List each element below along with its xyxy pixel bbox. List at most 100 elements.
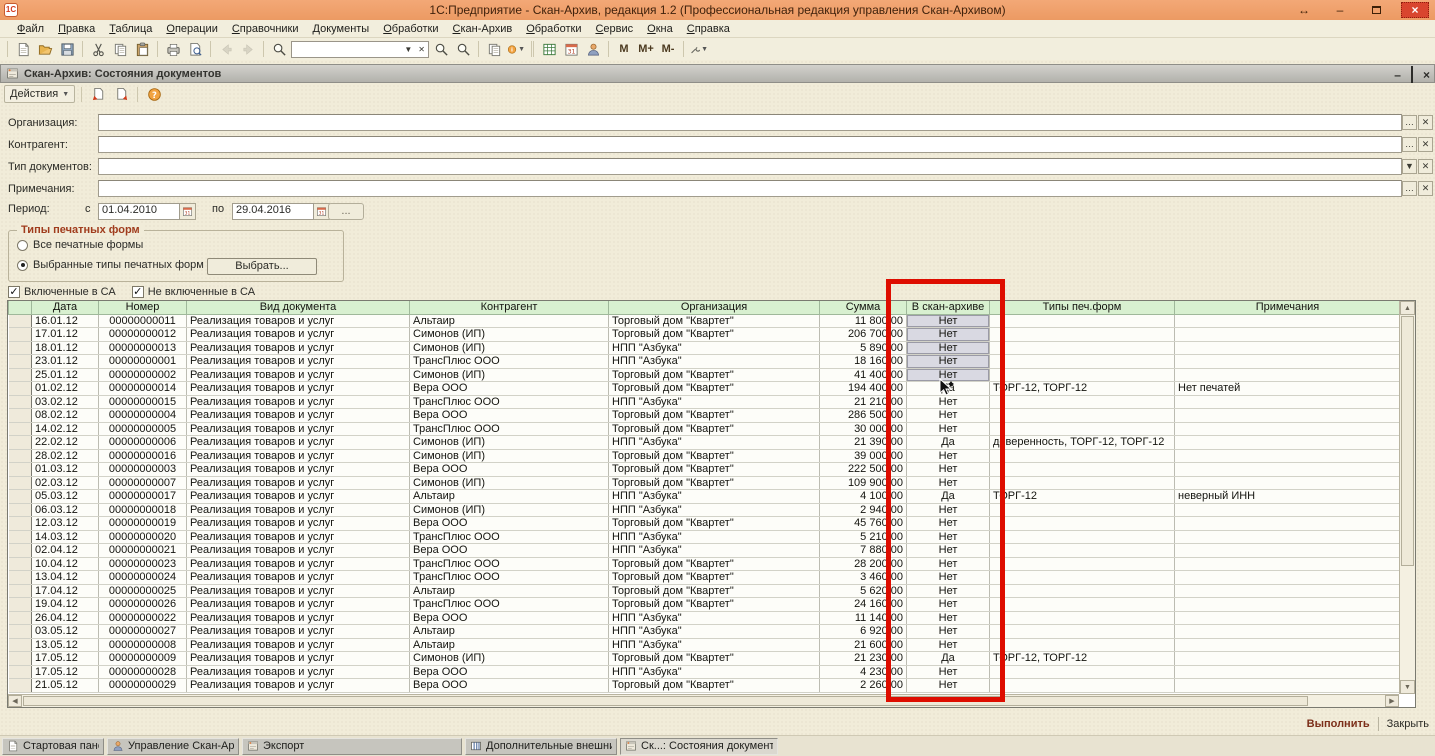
cell-date[interactable]: 10.04.12: [32, 557, 99, 571]
cell-organization[interactable]: НПП "Азбука": [609, 503, 820, 517]
cell-print-form-types[interactable]: [990, 422, 1175, 436]
cell-date[interactable]: 21.05.12: [32, 679, 99, 693]
cell-contragent[interactable]: ТрансПлюс ООО: [410, 422, 609, 436]
cell-in-archive[interactable]: Да: [907, 436, 990, 450]
cell-doc-kind[interactable]: Реализация товаров и услуг: [187, 436, 410, 450]
table-row[interactable]: 17.05.1200000000028Реализация товаров и …: [9, 665, 1401, 679]
memory-mplus-button[interactable]: М+: [636, 40, 656, 59]
cell-contragent[interactable]: Вера ООО: [410, 382, 609, 396]
filter-select-button[interactable]: …: [1402, 115, 1417, 130]
filter-select-button[interactable]: …: [1402, 181, 1417, 196]
cell-doc-kind[interactable]: Реализация товаров и услуг: [187, 328, 410, 342]
menu-item-таблица[interactable]: Таблица: [102, 21, 159, 37]
vertical-scroll-thumb[interactable]: [1401, 316, 1414, 566]
row-indicator[interactable]: [9, 409, 32, 423]
cell-print-form-types[interactable]: [990, 611, 1175, 625]
cell-in-archive[interactable]: Нет: [907, 314, 990, 328]
table-row[interactable]: 14.02.1200000000005Реализация товаров и …: [9, 422, 1401, 436]
cell-organization[interactable]: НПП "Азбука": [609, 665, 820, 679]
cell-note[interactable]: [1175, 665, 1401, 679]
cell-print-form-types[interactable]: доверенность, ТОРГ-12, ТОРГ-12: [990, 436, 1175, 450]
cell-print-form-types[interactable]: [990, 638, 1175, 652]
cell-sum[interactable]: 109 900,00: [820, 476, 907, 490]
cell-print-form-types[interactable]: [990, 571, 1175, 585]
cell-in-archive[interactable]: Нет: [907, 625, 990, 639]
cell-date[interactable]: 13.04.12: [32, 571, 99, 585]
taskbar-tab[interactable]: Ск...: Состояния документов: [620, 738, 778, 755]
cell-contragent[interactable]: Вера ООО: [410, 463, 609, 477]
cell-note[interactable]: [1175, 544, 1401, 558]
row-indicator[interactable]: [9, 368, 32, 382]
row-indicator[interactable]: [9, 382, 32, 396]
table-row[interactable]: 23.01.1200000000001Реализация товаров и …: [9, 355, 1401, 369]
scroll-right-icon[interactable]: ▶: [1385, 695, 1399, 707]
cell-doc-kind[interactable]: Реализация товаров и услуг: [187, 598, 410, 612]
cell-doc-kind[interactable]: Реализация товаров и услуг: [187, 463, 410, 477]
copy-button[interactable]: [110, 40, 130, 59]
values-table-button[interactable]: [539, 40, 559, 59]
cell-contragent[interactable]: Вера ООО: [410, 409, 609, 423]
cell-print-form-types[interactable]: [990, 449, 1175, 463]
cell-doc-kind[interactable]: Реализация товаров и услуг: [187, 530, 410, 544]
cell-contragent[interactable]: ТрансПлюс ООО: [410, 395, 609, 409]
cell-date[interactable]: 17.05.12: [32, 652, 99, 666]
form-restore-button[interactable]: [1411, 69, 1413, 81]
cell-date[interactable]: 14.03.12: [32, 530, 99, 544]
cell-doc-kind[interactable]: Реализация товаров и услуг: [187, 544, 410, 558]
cell-date[interactable]: 22.02.12: [32, 436, 99, 450]
cell-sum[interactable]: 4 100,00: [820, 490, 907, 504]
row-indicator[interactable]: [9, 598, 32, 612]
table-row[interactable]: 13.05.1200000000008Реализация товаров и …: [9, 638, 1401, 652]
cell-organization[interactable]: НПП "Азбука": [609, 490, 820, 504]
checkbox-icon[interactable]: ✓: [132, 286, 144, 298]
cell-in-archive[interactable]: Да: [907, 652, 990, 666]
cell-note[interactable]: [1175, 611, 1401, 625]
cell-doc-kind[interactable]: Реализация товаров и услуг: [187, 571, 410, 585]
cell-organization[interactable]: НПП "Азбука": [609, 625, 820, 639]
cell-print-form-types[interactable]: [990, 665, 1175, 679]
cell-in-archive[interactable]: Нет: [907, 449, 990, 463]
cell-doc-kind[interactable]: Реализация товаров и услуг: [187, 409, 410, 423]
cell-in-archive[interactable]: Нет: [907, 679, 990, 693]
cell-organization[interactable]: Торговый дом "Квартет": [609, 679, 820, 693]
checkbox-item[interactable]: ✓Включенные в СА: [8, 286, 116, 298]
cell-organization[interactable]: НПП "Азбука": [609, 530, 820, 544]
cell-in-archive[interactable]: Нет: [907, 409, 990, 423]
cell-note[interactable]: [1175, 517, 1401, 531]
cell-in-archive[interactable]: Нет: [907, 503, 990, 517]
cell-organization[interactable]: НПП "Азбука": [609, 436, 820, 450]
menu-item-сервис[interactable]: Сервис: [588, 21, 640, 37]
cell-number[interactable]: 00000000014: [99, 382, 187, 396]
cell-number[interactable]: 00000000004: [99, 409, 187, 423]
cell-contragent[interactable]: Вера ООО: [410, 611, 609, 625]
cell-contragent[interactable]: Вера ООО: [410, 679, 609, 693]
radio-all-print-forms[interactable]: [17, 240, 28, 251]
filter-input[interactable]: [98, 114, 1402, 131]
cell-number[interactable]: 00000000026: [99, 598, 187, 612]
row-indicator[interactable]: [9, 328, 32, 342]
cell-date[interactable]: 17.01.12: [32, 328, 99, 342]
row-indicator[interactable]: [9, 490, 32, 504]
calendar-button[interactable]: [561, 40, 581, 59]
cell-doc-kind[interactable]: Реализация товаров и услуг: [187, 503, 410, 517]
cell-organization[interactable]: Торговый дом "Квартет": [609, 557, 820, 571]
form-minimize-button[interactable]: –: [1394, 69, 1401, 81]
memory-m-button[interactable]: М: [614, 40, 634, 59]
table-row[interactable]: 25.01.1200000000002Реализация товаров и …: [9, 368, 1401, 382]
cell-in-archive[interactable]: Нет: [907, 422, 990, 436]
row-indicator[interactable]: [9, 436, 32, 450]
calculator-user-button[interactable]: [583, 40, 603, 59]
table-row[interactable]: 02.04.1200000000021Реализация товаров и …: [9, 544, 1401, 558]
cell-sum[interactable]: 4 230,00: [820, 665, 907, 679]
cell-contragent[interactable]: Симонов (ИП): [410, 368, 609, 382]
cell-date[interactable]: 17.04.12: [32, 584, 99, 598]
checkbox-item[interactable]: ✓Не включенные в СА: [132, 286, 255, 298]
filter-input[interactable]: [98, 180, 1402, 197]
table-row[interactable]: 18.01.1200000000013Реализация товаров и …: [9, 341, 1401, 355]
cell-organization[interactable]: Торговый дом "Квартет": [609, 598, 820, 612]
cell-print-form-types[interactable]: [990, 625, 1175, 639]
table-row[interactable]: 17.04.1200000000025Реализация товаров и …: [9, 584, 1401, 598]
print-preview-button[interactable]: [185, 40, 205, 59]
table-row[interactable]: 10.04.1200000000023Реализация товаров и …: [9, 557, 1401, 571]
cell-contragent[interactable]: Альтаир: [410, 638, 609, 652]
